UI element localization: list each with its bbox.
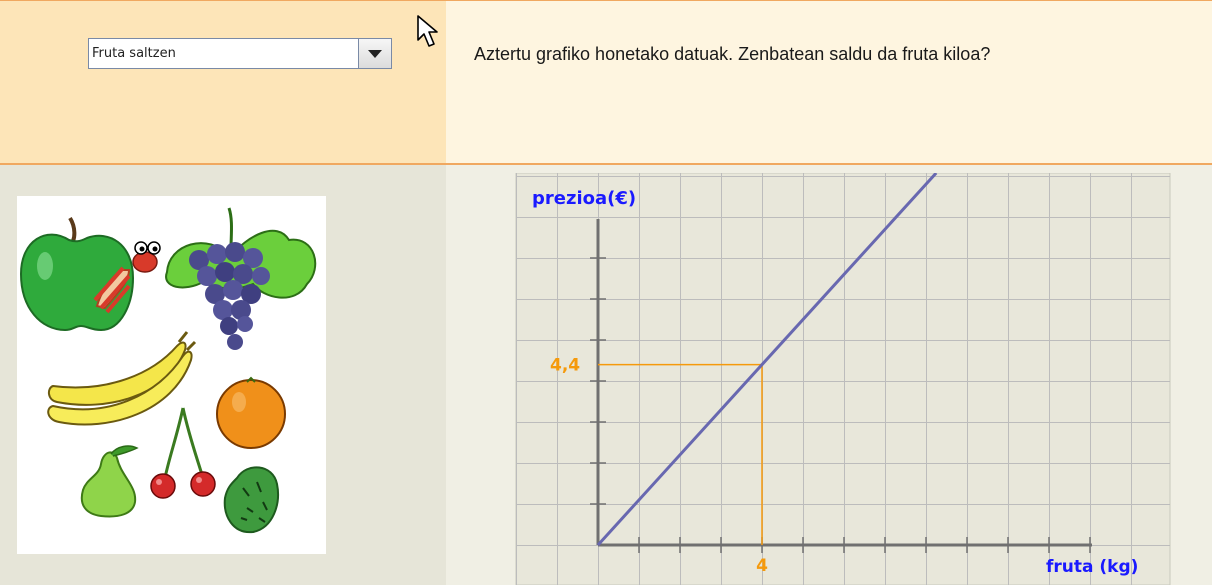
dropdown-arrow-button[interactable]	[358, 39, 391, 68]
y-axis-label: prezioa(€)	[532, 188, 636, 209]
question-text: Aztertu grafiko honetako datuak. Zenbate…	[474, 44, 991, 64]
fruit-illustration	[17, 196, 326, 554]
pear-icon	[80, 445, 139, 518]
highlight-y-tick-label: 4,4	[550, 356, 580, 376]
bananas-icon	[47, 331, 197, 426]
question-panel	[446, 0, 1212, 164]
grapes-icon	[165, 207, 317, 350]
control-panel	[0, 0, 446, 164]
chart-background	[515, 173, 1171, 585]
cherries-icon	[150, 407, 216, 499]
highlight-x-tick-label: 4	[756, 556, 768, 576]
price-chart: prezioa(€) fruta (kg) 4,4 4	[515, 173, 1171, 585]
chevron-down-icon	[368, 49, 382, 58]
mouse-pointer-icon	[417, 15, 438, 47]
apple-icon	[19, 216, 161, 332]
activity-dropdown[interactable]: Fruta saltzen	[88, 38, 392, 69]
kiwi-icon	[223, 466, 279, 534]
dropdown-selected-value: Fruta saltzen	[92, 46, 176, 61]
x-axis-label: fruta (kg)	[1046, 557, 1138, 577]
orange-icon	[216, 376, 286, 449]
